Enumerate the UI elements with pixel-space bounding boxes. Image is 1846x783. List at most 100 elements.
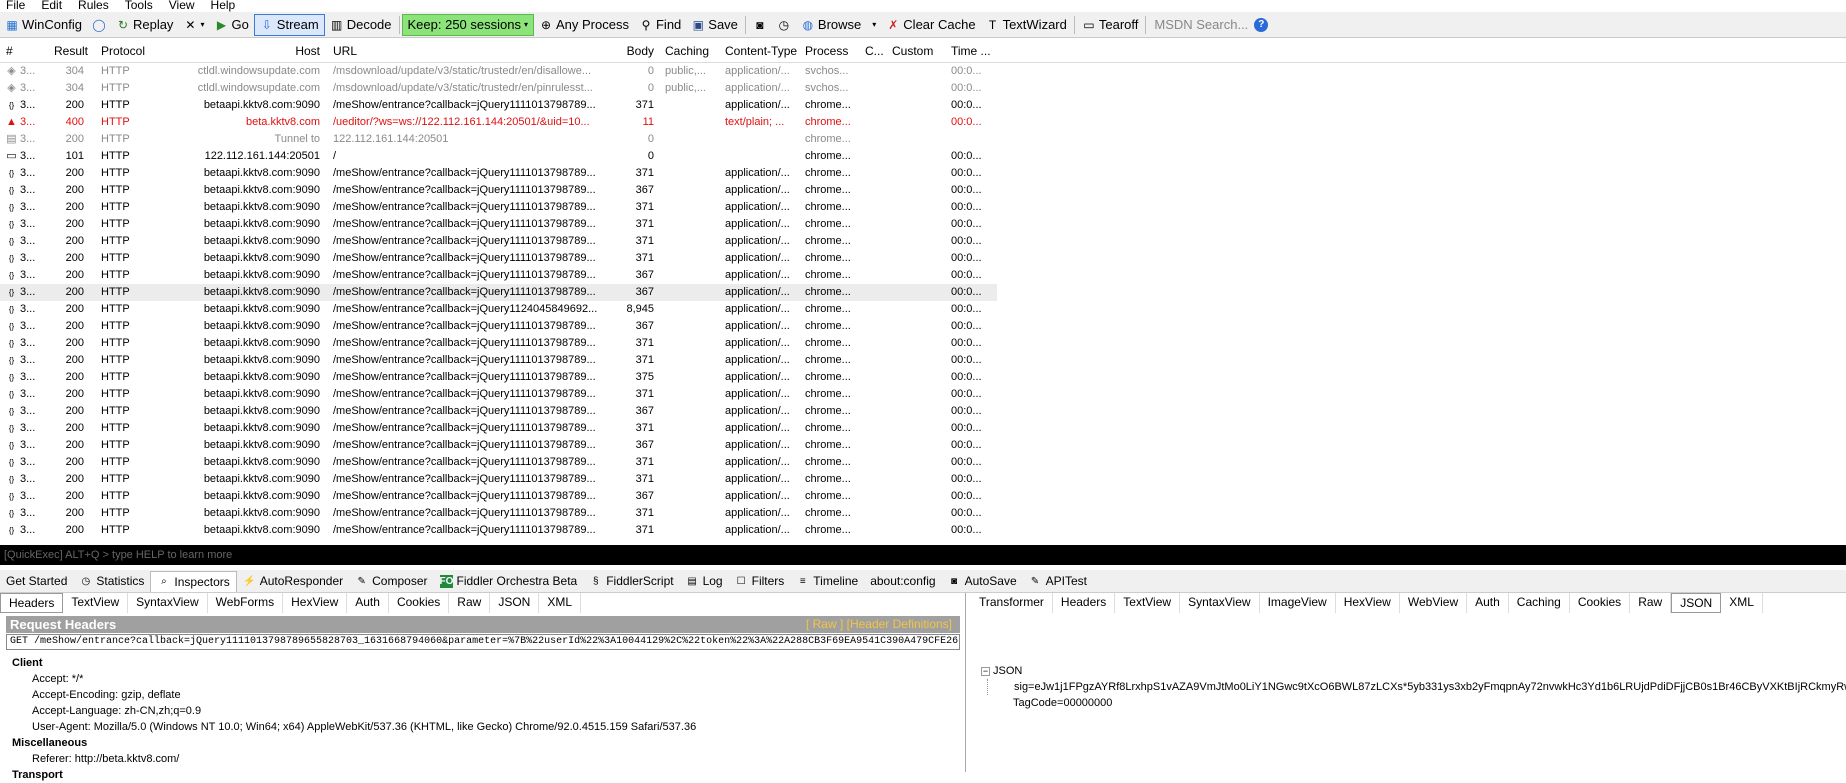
session-row[interactable]: {} 3... 200 HTTP betaapi.kktv8.com:9090/meSh…	[0, 386, 997, 403]
json-node-sig[interactable]: sig=eJw1j1FPgzAYRf8LrxhpS1vAZA9VmJtMo0Li…	[987, 679, 1846, 695]
col-process[interactable]: Process	[805, 44, 848, 58]
request-tab-auth[interactable]: Auth	[347, 593, 389, 613]
response-tab-syntaxview[interactable]: SyntaxView	[1180, 593, 1260, 613]
session-row[interactable]: {} 3... 200 HTTP betaapi.kktv8.com:9090/meSh…	[0, 505, 997, 522]
tab-composer[interactable]: ✎ Composer	[349, 571, 433, 592]
tab-apitest[interactable]: ✎ APITest	[1023, 571, 1093, 592]
tab-log[interactable]: ▤ Log	[680, 571, 729, 592]
request-tab-textview[interactable]: TextView	[63, 593, 129, 613]
json-node-tagcode[interactable]: TagCode=00000000	[987, 695, 1846, 711]
client-section[interactable]: Client	[12, 655, 960, 671]
response-tab-transformer[interactable]: Transformer	[971, 593, 1053, 613]
session-row[interactable]: {} 3... 200 HTTP betaapi.kktv8.com:9090/meSh…	[0, 335, 997, 352]
msdn-search-input[interactable]: MSDN Search...	[1148, 17, 1254, 32]
response-tab-raw[interactable]: Raw	[1630, 593, 1672, 613]
tab-timeline[interactable]: ≡ Timeline	[790, 571, 864, 592]
request-tab-raw[interactable]: Raw	[449, 593, 491, 613]
col-result[interactable]: Result	[54, 44, 88, 58]
misc-section[interactable]: Miscellaneous	[12, 735, 960, 751]
response-tab-textview[interactable]: TextView	[1115, 593, 1181, 613]
textwizard-button[interactable]: T TextWizard	[981, 14, 1072, 36]
session-row[interactable]: {} 3... 200 HTTP betaapi.kktv8.com:9090/meSh…	[0, 182, 997, 199]
session-row[interactable]: {} 3... 200 HTTP betaapi.kktv8.com:9090/meSh…	[0, 488, 997, 505]
timer-button[interactable]: ◷	[772, 14, 796, 36]
session-row[interactable]: {} 3... 200 HTTP betaapi.kktv8.com:9090/meSh…	[0, 437, 997, 454]
col-protocol[interactable]: Protocol	[101, 44, 145, 58]
session-row[interactable]: {} 3... 200 HTTP betaapi.kktv8.com:9090/meSh…	[0, 301, 997, 318]
session-row[interactable]: {} 3... 200 HTTP betaapi.kktv8.com:9090/meSh…	[0, 233, 997, 250]
header-item[interactable]: Accept-Language: zh-CN,zh;q=0.9	[32, 703, 960, 719]
screenshot-button[interactable]: ◙	[748, 14, 772, 36]
clear-cache-button[interactable]: ✗ Clear Cache	[881, 14, 980, 36]
session-row[interactable]: {} 3... 200 HTTP betaapi.kktv8.com:9090/meSh…	[0, 420, 997, 437]
request-tab-json[interactable]: JSON	[490, 593, 540, 613]
session-row[interactable]: {} 3... 200 HTTP betaapi.kktv8.com:9090/meSh…	[0, 267, 997, 284]
response-tab-xml[interactable]: XML	[1721, 593, 1763, 613]
col-content-type[interactable]: Content-Type	[725, 44, 797, 58]
col-time[interactable]: Time ...	[951, 44, 991, 58]
tab-autosave[interactable]: ◙ AutoSave	[942, 571, 1023, 592]
response-tab-auth[interactable]: Auth	[1467, 593, 1509, 613]
request-tab-xml[interactable]: XML	[539, 593, 582, 613]
go-button[interactable]: ▶ Go	[209, 14, 253, 36]
session-row[interactable]: ▤ 3... 200 HTTP Tunnel to 122.112.161.144:205…	[0, 131, 997, 148]
request-tab-headers[interactable]: Headers	[0, 593, 64, 613]
keep-sessions-dropdown[interactable]: Keep: 250 sessions ▾	[401, 13, 534, 36]
tab-get-started[interactable]: Get Started	[0, 571, 73, 592]
session-row[interactable]: {} 3... 200 HTTP betaapi.kktv8.com:9090/meSh…	[0, 352, 997, 369]
browse-button[interactable]: ◍ Browse ▾	[796, 14, 881, 36]
response-tab-json[interactable]: JSON	[1671, 593, 1722, 613]
header-item[interactable]: Accept-Encoding: gzip, deflate	[32, 687, 960, 703]
tab-about-config[interactable]: about:config	[864, 571, 941, 592]
response-tab-hexview[interactable]: HexView	[1336, 593, 1400, 613]
header-item[interactable]: Accept: */*	[32, 671, 960, 687]
response-tab-webview[interactable]: WebView	[1400, 593, 1468, 613]
tab-fiddler-orchestra-beta[interactable]: FO Fiddler Orchestra Beta	[434, 571, 584, 592]
col-url[interactable]: URL	[333, 44, 357, 58]
session-row[interactable]: {} 3... 200 HTTP betaapi.kktv8.com:9090/meSh…	[0, 318, 997, 335]
tab-filters[interactable]: ☐ Filters	[729, 571, 791, 592]
session-row[interactable]: {} 3... 200 HTTP betaapi.kktv8.com:9090/meSh…	[0, 284, 997, 301]
col-host[interactable]: Host	[280, 44, 320, 58]
menu-edit[interactable]: Edit	[41, 0, 62, 11]
find-button[interactable]: ⚲ Find	[634, 14, 686, 36]
tab-fiddlerscript[interactable]: § FiddlerScript	[583, 571, 679, 592]
session-row[interactable]: ▭ 3... 101 HTTP 122.112.161.144:20501 / 0 chrom…	[0, 148, 997, 165]
response-tab-headers[interactable]: Headers	[1053, 593, 1116, 613]
save-button[interactable]: ▣ Save	[686, 14, 743, 36]
remove-button[interactable]: ✕ ▾	[178, 14, 209, 36]
raw-links[interactable]: [ Raw ] [Header Definitions]	[806, 616, 952, 633]
header-item[interactable]: Referer: http://beta.kktv8.com/	[32, 751, 960, 767]
request-tab-webforms[interactable]: WebForms	[208, 593, 284, 613]
col-num[interactable]: #	[6, 44, 13, 58]
session-row[interactable]: ▲ 3... 400 HTTP beta.kktv8.com/ueditor/?ws=w…	[0, 114, 997, 131]
help-icon[interactable]: ?	[1254, 17, 1269, 32]
menu-help[interactable]: Help	[211, 0, 236, 11]
decode-button[interactable]: ▥ Decode	[325, 14, 397, 36]
session-row[interactable]: {} 3... 200 HTTP betaapi.kktv8.com:9090/meSh…	[0, 471, 997, 488]
response-tab-imageview[interactable]: ImageView	[1260, 593, 1336, 613]
session-row[interactable]: {} 3... 200 HTTP betaapi.kktv8.com:9090/meSh…	[0, 454, 997, 471]
request-tab-cookies[interactable]: Cookies	[389, 593, 450, 613]
collapse-icon[interactable]: −	[981, 666, 990, 676]
menu-tools[interactable]: Tools	[125, 0, 153, 11]
tab-autoresponder[interactable]: ⚡ AutoResponder	[237, 571, 349, 592]
session-row[interactable]: {} 3... 200 HTTP betaapi.kktv8.com:9090/meSh…	[0, 216, 997, 233]
transport-section[interactable]: Transport	[12, 767, 960, 783]
header-item[interactable]: User-Agent: Mozilla/5.0 (Windows NT 10.0…	[32, 719, 960, 735]
col-custom[interactable]: Custom	[892, 44, 933, 58]
winconfig-button[interactable]: ▦ WinConfig	[0, 14, 87, 36]
response-tab-caching[interactable]: Caching	[1509, 593, 1570, 613]
session-row[interactable]: {} 3... 200 HTTP betaapi.kktv8.com:9090/meSh…	[0, 165, 997, 182]
tearoff-button[interactable]: ▭ Tearoff	[1077, 14, 1144, 36]
quickexec-input[interactable]: [QuickExec] ALT+Q > type HELP to learn m…	[0, 545, 1846, 565]
request-tab-hexview[interactable]: HexView	[283, 593, 348, 613]
menu-file[interactable]: File	[6, 0, 25, 11]
response-tab-cookies[interactable]: Cookies	[1570, 593, 1631, 613]
menu-rules[interactable]: Rules	[78, 0, 109, 11]
session-row[interactable]: {} 3... 200 HTTP betaapi.kktv8.com:9090/meSh…	[0, 199, 997, 216]
col-body[interactable]: Body	[610, 44, 654, 58]
stream-button[interactable]: ⇩ Stream	[253, 13, 325, 36]
session-row[interactable]: {} 3... 200 HTTP betaapi.kktv8.com:9090/meSh…	[0, 522, 997, 539]
col-caching[interactable]: Caching	[665, 44, 709, 58]
